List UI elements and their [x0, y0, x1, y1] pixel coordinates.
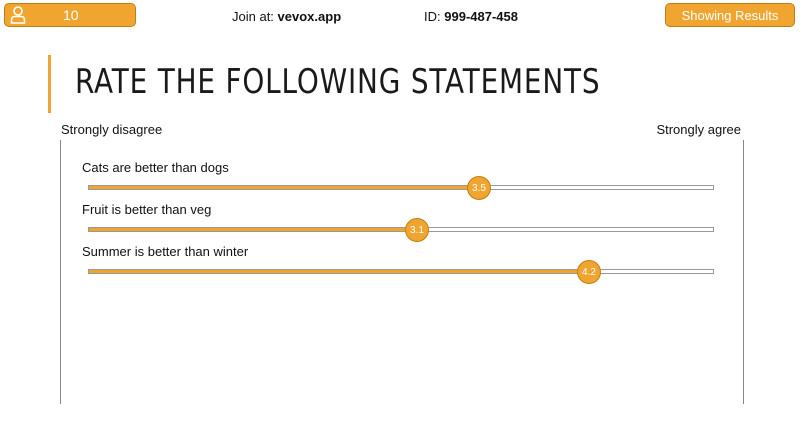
- id-value: 999-487-458: [444, 9, 518, 24]
- statement-row: Summer is better than winter 4.2: [82, 244, 722, 284]
- statement-label: Fruit is better than veg: [82, 202, 212, 217]
- participant-count-badge: 10: [4, 3, 136, 27]
- scale-min-label: Strongly disagree: [61, 122, 163, 137]
- join-info: Join at: vevox.app: [232, 9, 341, 24]
- join-url: vevox.app: [277, 9, 342, 24]
- page-title: RATE THE FOLLOWING STATEMENTS: [75, 62, 601, 102]
- rating-fill: [89, 186, 481, 189]
- statement-label: Summer is better than winter: [82, 244, 249, 259]
- rating-fill: [89, 228, 419, 231]
- statement-row: Cats are better than dogs 3.5: [82, 160, 722, 200]
- rating-fill: [89, 270, 591, 273]
- scale-max-label: Strongly agree: [656, 122, 741, 137]
- rating-average-marker: 3.5: [467, 176, 491, 200]
- rating-track: [88, 227, 714, 232]
- scale-right-line: [743, 140, 744, 404]
- rating-average-marker: 4.2: [577, 260, 601, 284]
- person-icon: [5, 4, 31, 26]
- statement-label: Cats are better than dogs: [82, 160, 229, 175]
- title-accent-bar: [48, 55, 51, 113]
- scale-left-line: [60, 140, 61, 404]
- rating-average-marker: 3.1: [405, 218, 429, 242]
- statement-row: Fruit is better than veg 3.1: [82, 202, 722, 242]
- join-label: Join at:: [232, 9, 274, 24]
- rating-track: [88, 185, 714, 190]
- rating-track: [88, 269, 714, 274]
- session-id: ID: 999-487-458: [424, 9, 518, 24]
- showing-results-button[interactable]: Showing Results: [665, 3, 795, 27]
- top-bar: 10 Join at: vevox.app ID: 999-487-458 Sh…: [0, 0, 800, 36]
- id-label: ID:: [424, 9, 441, 24]
- participant-count: 10: [63, 7, 79, 23]
